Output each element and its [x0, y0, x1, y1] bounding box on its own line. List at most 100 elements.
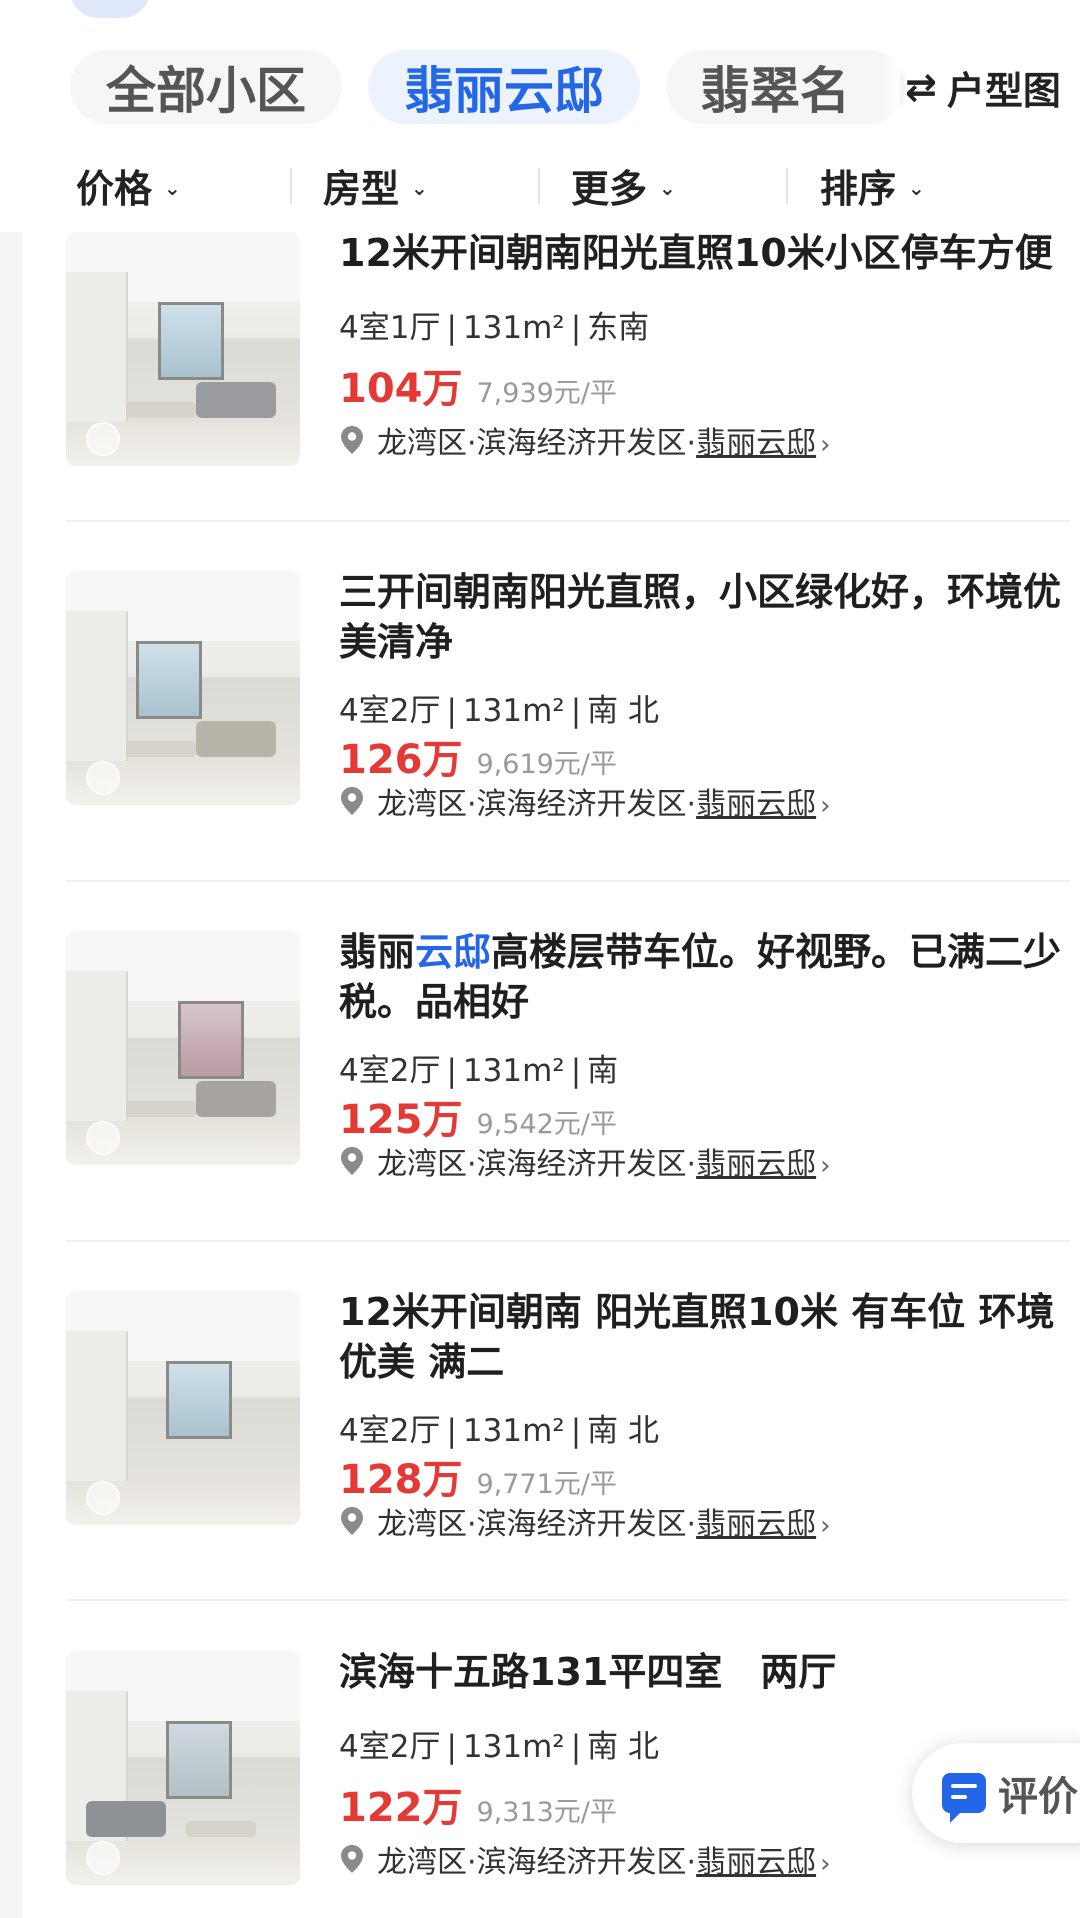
panorama-icon	[86, 422, 120, 456]
district: 龙湾区	[377, 426, 467, 461]
meta-separator: |	[570, 310, 582, 346]
zone: 滨海经济开发区	[476, 1507, 687, 1542]
community-link[interactable]: 翡丽云邸	[696, 1507, 816, 1542]
photo-wall	[66, 272, 128, 422]
total-price: 128万	[339, 1457, 463, 1503]
listing-meta: 4室1厅 | 131m² | 东南	[339, 302, 649, 347]
review-button[interactable]: 评价	[912, 1743, 1080, 1843]
filter-price[interactable]: 价格 ⌄	[76, 150, 181, 220]
filter-more[interactable]: 更多 ⌄	[571, 150, 676, 220]
community-link[interactable]: 翡丽云邸	[696, 1147, 816, 1182]
tab-feicui-ming[interactable]: 翡翠名	[666, 50, 906, 124]
listing-title: 12米开间朝南 阳光直照10米 有车位 环境优美 满二	[339, 1290, 1055, 1384]
unit-price: 9,313元/平	[476, 1797, 617, 1828]
location-pin-icon	[341, 787, 363, 815]
chevron-right-icon: ›	[820, 1849, 831, 1879]
listing-card[interactable]: 三开间朝南阳光直照，小区绿化好，环境优美清净 4室2厅 | 131m² | 南 北 12…	[66, 570, 1066, 822]
filter-bar: 价格 ⌄ 房型 ⌄ 更多 ⌄ 排序 ⌄	[0, 150, 1080, 220]
chevron-right-icon: ›	[820, 430, 831, 460]
location-pin-icon	[341, 1845, 363, 1873]
listing-card[interactable]: 翡丽云邸高楼层带车位。好视野。已满二少税。品相好 4室2厅 | 131m² | 南 12…	[66, 930, 1066, 1182]
room-layout: 4室1厅	[339, 310, 441, 346]
chevron-right-icon: ›	[820, 791, 831, 821]
community-link[interactable]: 翡丽云邸	[696, 426, 816, 461]
layout-switch-label: 户型图	[946, 68, 1061, 113]
listing-card[interactable]: 12米开间朝南 阳光直照10米 有车位 环境优美 满二 4室2厅 | 131m² | 南…	[66, 1290, 1066, 1542]
listing-photo[interactable]	[66, 1291, 300, 1525]
photo-wall	[66, 971, 128, 1121]
review-label: 评价	[998, 1774, 1078, 1820]
zone: 滨海经济开发区	[476, 1147, 687, 1182]
meta-separator: |	[446, 1729, 457, 1765]
unit-price: 9,542元/平	[476, 1109, 617, 1140]
title-highlight: 云邸	[415, 930, 492, 974]
location-separator: ·	[686, 1507, 697, 1542]
filter-label: 房型	[323, 166, 400, 211]
area: 131m²	[462, 1053, 565, 1089]
filter-label: 排序	[820, 166, 897, 211]
location-separator: ·	[686, 1845, 697, 1880]
tab-label: 全部小区	[106, 62, 306, 120]
photo-table	[126, 402, 196, 418]
community-link[interactable]: 翡丽云邸	[696, 1845, 816, 1880]
location-pin-icon	[341, 1147, 363, 1175]
photo-table	[186, 1821, 256, 1837]
listing-photo[interactable]	[66, 571, 300, 805]
orientation: 南	[587, 1053, 619, 1089]
area: 131m²	[462, 310, 565, 346]
location-separator: ·	[467, 1147, 477, 1182]
filter-label: 价格	[76, 166, 153, 211]
tab-scroll-fade	[882, 40, 900, 132]
title-part: 翡丽	[339, 930, 416, 974]
listing-divider	[66, 1240, 1070, 1242]
listing-photo[interactable]	[66, 931, 300, 1165]
chevron-down-icon: ⌄	[908, 176, 925, 200]
listing-divider	[66, 880, 1070, 882]
chevron-down-icon: ⌄	[411, 176, 428, 200]
unit-price: 9,771元/平	[476, 1469, 617, 1500]
orientation: 南 北	[587, 1413, 660, 1449]
filter-divider	[290, 168, 292, 204]
listing-location: 龙湾区·滨海经济开发区·翡丽云邸 ›	[339, 1499, 831, 1543]
listing-title: 三开间朝南阳光直照，小区绿化好，环境优美清净	[339, 570, 1062, 664]
photo-wall	[66, 611, 128, 761]
photo-window	[136, 641, 202, 719]
filter-divider	[538, 168, 540, 204]
meta-separator: |	[570, 1729, 582, 1765]
filter-divider	[786, 168, 788, 204]
meta-separator: |	[446, 1413, 457, 1449]
price-line: 122万 9,313元/平	[339, 1775, 617, 1833]
tab-feili-yundi[interactable]: 翡丽云邸	[368, 50, 640, 124]
photo-sofa	[196, 382, 276, 418]
zone: 滨海经济开发区	[476, 426, 687, 461]
total-price: 104万	[339, 366, 463, 412]
meta-separator: |	[446, 310, 457, 346]
zone: 滨海经济开发区	[476, 787, 687, 822]
photo-window	[178, 1001, 244, 1079]
photo-sofa	[196, 1081, 276, 1117]
listing-meta: 4室2厅 | 131m² | 南 北	[339, 1405, 659, 1450]
location-separator: ·	[467, 1507, 477, 1542]
listing-meta: 4室2厅 | 131m² | 南 北	[339, 1721, 659, 1766]
location-separator: ·	[686, 787, 697, 822]
district: 龙湾区	[377, 787, 467, 822]
price-line: 125万 9,542元/平	[339, 1087, 617, 1145]
chevron-down-icon: ⌄	[164, 176, 181, 200]
listing-card[interactable]: 12米开间朝南阳光直照10米小区停车方便 4室1厅 | 131m² | 东南 104万 …	[66, 231, 1066, 472]
comment-icon	[942, 1773, 986, 1823]
tab-all-communities[interactable]: 全部小区	[70, 50, 342, 124]
layout-switch-button[interactable]: ⇄ 户型图	[905, 55, 1061, 119]
filter-sort[interactable]: 排序 ⌄	[820, 150, 925, 220]
chevron-right-icon: ›	[820, 1151, 831, 1181]
location-separator: ·	[467, 1845, 477, 1880]
location-separator: ·	[467, 426, 477, 461]
listing-photo[interactable]	[66, 1651, 300, 1885]
listing-photo[interactable]	[66, 232, 300, 466]
photo-sofa	[196, 721, 276, 757]
listing-location: 龙湾区·滨海经济开发区·翡丽云邸 ›	[339, 418, 831, 462]
listing-title: 翡丽云邸高楼层带车位。好视野。已满二少税。品相好	[339, 927, 1074, 1027]
meta-separator: |	[570, 693, 582, 729]
filter-room-type[interactable]: 房型 ⌄	[323, 150, 428, 220]
community-link[interactable]: 翡丽云邸	[696, 787, 816, 822]
swap-icon: ⇄	[905, 65, 937, 109]
